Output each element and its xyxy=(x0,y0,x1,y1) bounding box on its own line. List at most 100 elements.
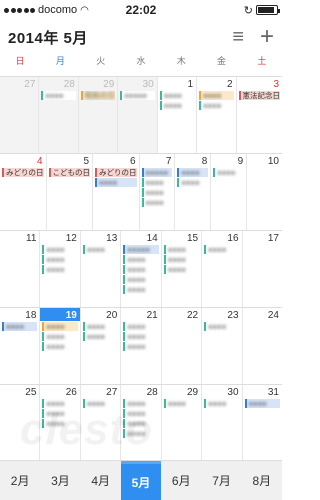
event-chip[interactable]: ●●●● xyxy=(244,399,280,408)
month-tab[interactable]: 2月 xyxy=(0,461,40,500)
day-cell[interactable]: 23 ●●●● xyxy=(202,308,243,384)
day-cell[interactable]: 20 ●●●● ●●●● xyxy=(81,308,122,384)
event-chip[interactable]: ●●●● xyxy=(213,168,245,177)
event-chip[interactable]: ●●●● xyxy=(163,265,200,274)
day-cell[interactable]: 12 ●●●● ●●●● ●●●● xyxy=(40,231,81,307)
event-chip[interactable]: みどりの日 xyxy=(95,168,137,177)
day-cell[interactable]: 15 ●●●● ●●●● ●●●● xyxy=(162,231,203,307)
event-chip[interactable]: ●●●● xyxy=(41,91,76,100)
event-chip[interactable]: ●●●● xyxy=(42,399,78,408)
day-cell[interactable]: 22 xyxy=(162,308,203,384)
event-chip[interactable]: ●●●● xyxy=(163,245,200,254)
event-chip[interactable]: ●●●● xyxy=(123,429,159,438)
event-chip[interactable]: ●●●● xyxy=(123,265,159,274)
event-chip[interactable]: ●●●● xyxy=(42,409,78,418)
event-chip[interactable]: ●●●● xyxy=(2,322,38,331)
event-chip[interactable]: ●●●● xyxy=(159,101,195,110)
event-chip[interactable]: ●●●● xyxy=(42,322,78,331)
day-cell[interactable]: 7 ●●●●● ●●●● ●●●● ●●●● xyxy=(140,154,176,230)
month-tab[interactable]: 4月 xyxy=(81,461,121,500)
event-chip[interactable]: ●●●● xyxy=(141,188,173,197)
day-cell[interactable]: 3 憲法記念日 xyxy=(237,77,283,153)
day-cell[interactable]: 27 ●●●● xyxy=(81,385,122,461)
day-cell[interactable]: 28 ●●●● ●●●● ●●●● ●●●● xyxy=(121,385,162,461)
event-chip[interactable]: ●●●● xyxy=(204,245,240,254)
event-chip[interactable]: ●●●● xyxy=(199,91,234,100)
day-cell[interactable]: 29 昭和の日 xyxy=(78,77,119,153)
event-chip[interactable]: ●●●● xyxy=(204,322,240,331)
event-chip[interactable]: ●●●● xyxy=(123,419,159,428)
day-cell[interactable]: 10 xyxy=(247,154,282,230)
day-cell[interactable]: 29 ●●●● xyxy=(162,385,203,461)
event-chip[interactable]: ●●●●● xyxy=(123,245,159,254)
date-number: 1 xyxy=(187,79,194,90)
event-chip[interactable]: ●●●● xyxy=(123,332,159,341)
event-chip[interactable]: ●●●● xyxy=(82,399,119,408)
day-cell[interactable]: 8 ●●●● ●●●● xyxy=(175,154,212,230)
month-tab[interactable]: 7月 xyxy=(201,461,241,500)
day-cell[interactable]: 28 ●●●● xyxy=(39,77,79,153)
event-chip[interactable]: ●●●● xyxy=(123,342,159,351)
event-chip[interactable]: ●●●● xyxy=(82,322,119,331)
week-row: 4 みどりの日 5 こどもの日 6 みどりの日 ●●●● 7 ●●●●● ●●●● ●●●● ●●●●… xyxy=(0,154,282,231)
event-chip[interactable]: ●●●● xyxy=(42,265,78,274)
day-cell[interactable]: 5 こどもの日 xyxy=(47,154,93,230)
event-chip[interactable]: ●●●● xyxy=(123,322,159,331)
event-chip[interactable]: ●●●● xyxy=(141,178,173,187)
date-number: 27 xyxy=(24,79,36,90)
event-chip[interactable]: ●●●● xyxy=(163,255,200,264)
day-cell[interactable]: 9 ●●●● xyxy=(211,154,248,230)
add-event-icon[interactable]: + xyxy=(260,25,274,49)
day-cell[interactable]: 14 ●●●●● ●●●● ●●●● ●●●● ●●●● xyxy=(121,231,162,307)
event-chip[interactable]: ●●●●● xyxy=(141,168,173,177)
event-chip[interactable]: ●●●● xyxy=(199,101,234,110)
day-cell[interactable]: 17 xyxy=(243,231,282,307)
event-chip[interactable]: ●●●● xyxy=(177,168,209,177)
day-cell[interactable]: 24 xyxy=(243,308,282,384)
month-tab[interactable]: 5月 xyxy=(120,461,162,500)
day-cell[interactable]: 16 ●●●● xyxy=(202,231,243,307)
event-chip[interactable]: ●●●● xyxy=(123,275,159,284)
event-chip[interactable]: ●●●● xyxy=(204,399,240,408)
month-tab[interactable]: 6月 xyxy=(161,461,201,500)
day-cell[interactable]: 11 xyxy=(0,231,41,307)
day-cell[interactable]: 18 ●●●● xyxy=(0,308,41,384)
event-chip[interactable]: こどもの日 xyxy=(48,168,90,177)
list-icon[interactable]: ≡ xyxy=(232,27,244,47)
day-cell[interactable]: 30 ●●●● xyxy=(202,385,243,461)
event-chip[interactable]: ●●●● xyxy=(123,285,159,294)
event-chip[interactable]: ●●●● xyxy=(141,198,173,207)
event-chip[interactable]: ●●●● xyxy=(82,332,119,341)
month-tab[interactable]: 3月 xyxy=(40,461,80,500)
event-chip[interactable]: ●●●● xyxy=(42,419,78,428)
event-chip[interactable]: ●●●● xyxy=(95,178,137,187)
event-chip[interactable]: ●●●● xyxy=(177,178,209,187)
event-chip[interactable]: ●●●● xyxy=(159,91,195,100)
event-chip[interactable]: 憲法記念日 xyxy=(238,91,281,100)
event-chip[interactable]: ●●●● xyxy=(42,255,78,264)
event-chip[interactable]: ●●●● xyxy=(42,332,78,341)
event-chip[interactable]: ●●●●● xyxy=(120,91,155,100)
day-cell[interactable]: 4 みどりの日 xyxy=(0,154,47,230)
day-cell[interactable]: 1 ●●●● ●●●● xyxy=(158,77,198,153)
event-chip[interactable]: みどりの日 xyxy=(2,168,44,177)
day-cell[interactable]: 31 ●●●● xyxy=(243,385,282,461)
day-cell[interactable]: 6 みどりの日 ●●●● xyxy=(93,154,140,230)
day-cell[interactable]: 30 ●●●●● xyxy=(118,77,158,153)
day-cell[interactable]: 13 ●●●● xyxy=(81,231,122,307)
day-cell[interactable]: 21 ●●●● ●●●● ●●●● xyxy=(121,308,162,384)
event-chip[interactable]: ●●●● xyxy=(123,255,159,264)
day-cell[interactable]: 19 ●●●● ●●●● ●●●● xyxy=(40,308,81,384)
day-cell[interactable]: 25 xyxy=(0,385,41,461)
day-cell[interactable]: 26 ●●●● ●●●● ●●●● xyxy=(40,385,81,461)
event-chip[interactable]: ●●●● xyxy=(123,409,159,418)
month-tab[interactable]: 8月 xyxy=(242,461,282,500)
event-chip[interactable]: ●●●● xyxy=(42,342,78,351)
event-chip[interactable]: 昭和の日 xyxy=(80,91,116,100)
event-chip[interactable]: ●●●● xyxy=(123,399,159,408)
event-chip[interactable]: ●●●● xyxy=(42,245,78,254)
event-chip[interactable]: ●●●● xyxy=(163,399,200,408)
day-cell[interactable]: 27 xyxy=(0,77,40,153)
event-chip[interactable]: ●●●● xyxy=(82,245,119,254)
day-cell[interactable]: 2 ●●●● ●●●● xyxy=(197,77,237,153)
